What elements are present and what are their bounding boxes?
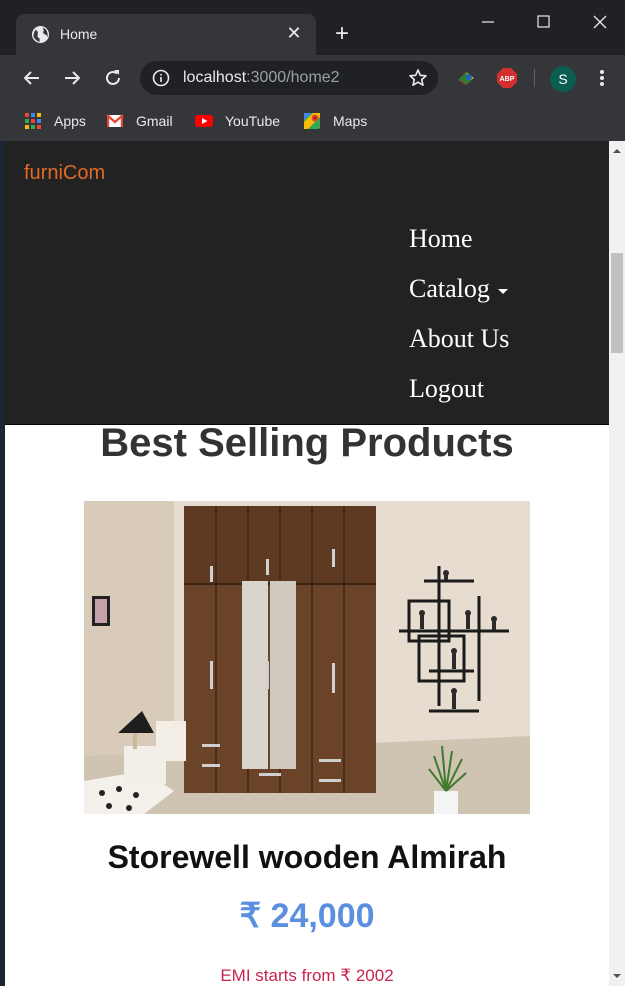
site-info-icon[interactable] xyxy=(152,69,170,87)
nav-about[interactable]: About Us xyxy=(409,321,599,371)
bookmark-youtube[interactable]: YouTube xyxy=(195,110,280,132)
bookmark-apps[interactable]: Apps xyxy=(24,110,86,132)
scroll-down-icon[interactable] xyxy=(609,968,625,984)
product-emi: EMI starts from ₹ 2002 xyxy=(220,966,394,985)
more-menu-icon[interactable] xyxy=(592,67,612,89)
adblock-plus-icon[interactable]: ABP xyxy=(496,67,518,89)
browser-chrome: Home ✕ + localhost:3000/home2 ABP S Apps… xyxy=(0,0,625,141)
url-host: localhost xyxy=(183,69,247,86)
tab-title: Home xyxy=(60,26,98,42)
product-price: ₹ 24,000 xyxy=(239,897,375,935)
forward-arrow-icon[interactable] xyxy=(59,65,85,91)
minimize-icon xyxy=(482,21,494,23)
nav-logout[interactable]: Logout xyxy=(409,371,599,421)
scroll-up-icon[interactable] xyxy=(609,143,625,159)
bookmark-maps[interactable]: Maps xyxy=(303,110,367,132)
nav-home[interactable]: Home xyxy=(409,221,599,271)
bookmark-label: Apps xyxy=(54,113,86,129)
extension-icon[interactable] xyxy=(455,67,477,89)
maps-icon xyxy=(304,113,320,129)
url-path: :3000/home2 xyxy=(246,69,340,86)
new-tab-button[interactable]: + xyxy=(330,20,354,48)
bookmark-label: YouTube xyxy=(225,113,281,129)
brand-logo[interactable]: furniCom xyxy=(24,162,105,185)
maximize-button[interactable] xyxy=(516,4,572,40)
toolbar-divider xyxy=(534,69,535,87)
address-bar[interactable]: localhost:3000/home2 xyxy=(140,61,438,95)
maximize-icon xyxy=(537,15,550,28)
bookmark-label: Maps xyxy=(333,113,368,129)
youtube-icon xyxy=(195,115,213,127)
profile-avatar[interactable]: S xyxy=(550,66,576,92)
section-heading: Best Selling Products xyxy=(100,421,514,465)
bookmark-label: Gmail xyxy=(136,113,173,129)
minimize-button[interactable] xyxy=(460,4,516,40)
product-name[interactable]: Storewell wooden Almirah xyxy=(5,839,609,876)
nav-menu: Home Catalog About Us Logout xyxy=(409,221,599,421)
url-text: localhost:3000/home2 xyxy=(183,69,340,87)
page-viewport: furniCom Home Catalog About Us Logout Be… xyxy=(5,141,609,986)
close-icon xyxy=(593,15,607,29)
bookmark-star-icon[interactable] xyxy=(408,68,428,88)
tab-close-icon[interactable]: ✕ xyxy=(284,23,304,44)
bookmarks-bar: Apps Gmail YouTube Maps xyxy=(0,102,625,141)
back-arrow-icon[interactable] xyxy=(19,65,45,91)
globe-icon xyxy=(31,25,50,44)
page-scrollbar[interactable] xyxy=(609,141,625,986)
product-image[interactable] xyxy=(84,501,530,814)
scrollbar-thumb[interactable] xyxy=(611,253,623,353)
bookmark-gmail[interactable]: Gmail xyxy=(106,110,173,132)
nav-catalog[interactable]: Catalog xyxy=(409,271,599,321)
reload-icon[interactable] xyxy=(100,65,126,91)
abp-label: ABP xyxy=(500,76,515,83)
apps-grid-icon xyxy=(25,113,41,129)
gmail-icon xyxy=(106,114,124,127)
close-window-button[interactable] xyxy=(572,4,625,40)
browser-toolbar: localhost:3000/home2 ABP S xyxy=(0,55,625,102)
site-navbar: furniCom Home Catalog About Us Logout xyxy=(5,141,609,425)
nav-catalog-label: Catalog xyxy=(409,274,490,303)
tab-strip: Home ✕ + xyxy=(0,0,625,55)
caret-down-icon xyxy=(497,288,508,294)
browser-tab[interactable]: Home ✕ xyxy=(16,14,316,55)
